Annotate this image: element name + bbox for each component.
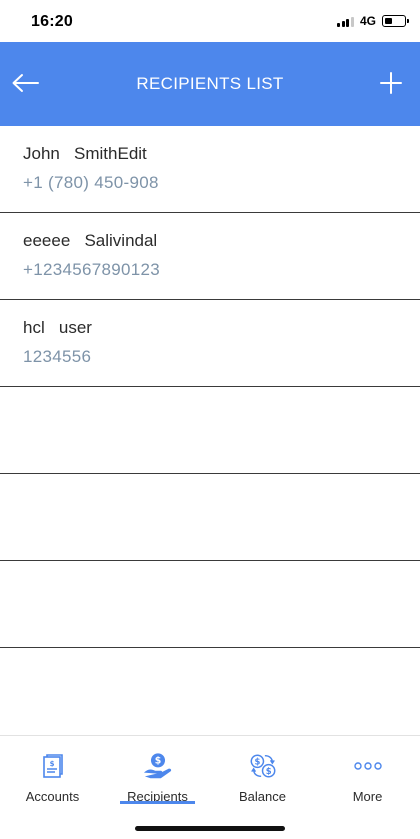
recipient-list: John SmithEdit +1 (780) 450-908 eeeee Sa… [0,126,420,648]
svg-text:$: $ [49,760,54,768]
tab-accounts[interactable]: $ Accounts [0,736,105,807]
list-item-empty[interactable] [0,474,420,561]
tab-label: Recipients [127,789,188,804]
bottom-tab-bar: $ Accounts $ Recipients $ $ Balance More [0,735,420,807]
signal-icon [337,16,354,27]
recipient-phone: 1234556 [23,347,92,366]
list-item[interactable]: eeeee Salivindal +1234567890123 [0,213,420,300]
recipient-name: hcl user [23,318,92,337]
svg-text:$: $ [265,766,271,776]
svg-text:$: $ [154,756,161,767]
network-type: 4G [359,14,376,28]
tab-balance[interactable]: $ $ Balance [210,736,315,807]
arrow-left-icon [12,74,39,92]
status-time: 16:20 [31,13,73,30]
more-icon [353,751,383,781]
status-bar: 16:20 4G [0,0,420,42]
svg-text:$: $ [254,757,260,767]
tab-label: More [352,789,383,804]
status-indicators: 4G [337,14,409,28]
balance-icon: $ $ [248,751,278,781]
plus-icon [380,72,402,94]
recipient-phone: +1234567890123 [23,260,161,279]
app-header: RECIPIENTS LIST [0,42,420,126]
accounts-icon: $ [38,751,68,781]
back-button[interactable] [10,68,40,98]
list-item[interactable]: hcl user 1234556 [0,300,420,387]
tab-recipients[interactable]: $ Recipients [105,736,210,807]
home-indicator[interactable] [135,826,285,831]
list-item-empty[interactable] [0,387,420,474]
recipient-phone: +1 (780) 450-908 [23,173,159,192]
add-recipient-button[interactable] [376,68,406,98]
recipient-name: John SmithEdit [23,144,147,163]
tab-label: Balance [239,789,286,804]
list-item[interactable]: John SmithEdit +1 (780) 450-908 [0,126,420,213]
recipients-icon: $ [143,751,173,781]
tab-label: Accounts [25,789,80,804]
page-title: RECIPIENTS LIST [136,74,284,93]
list-item-empty[interactable] [0,561,420,648]
tab-more[interactable]: More [315,736,420,807]
battery-icon [382,15,409,27]
recipient-name: eeeee Salivindal [23,231,158,250]
